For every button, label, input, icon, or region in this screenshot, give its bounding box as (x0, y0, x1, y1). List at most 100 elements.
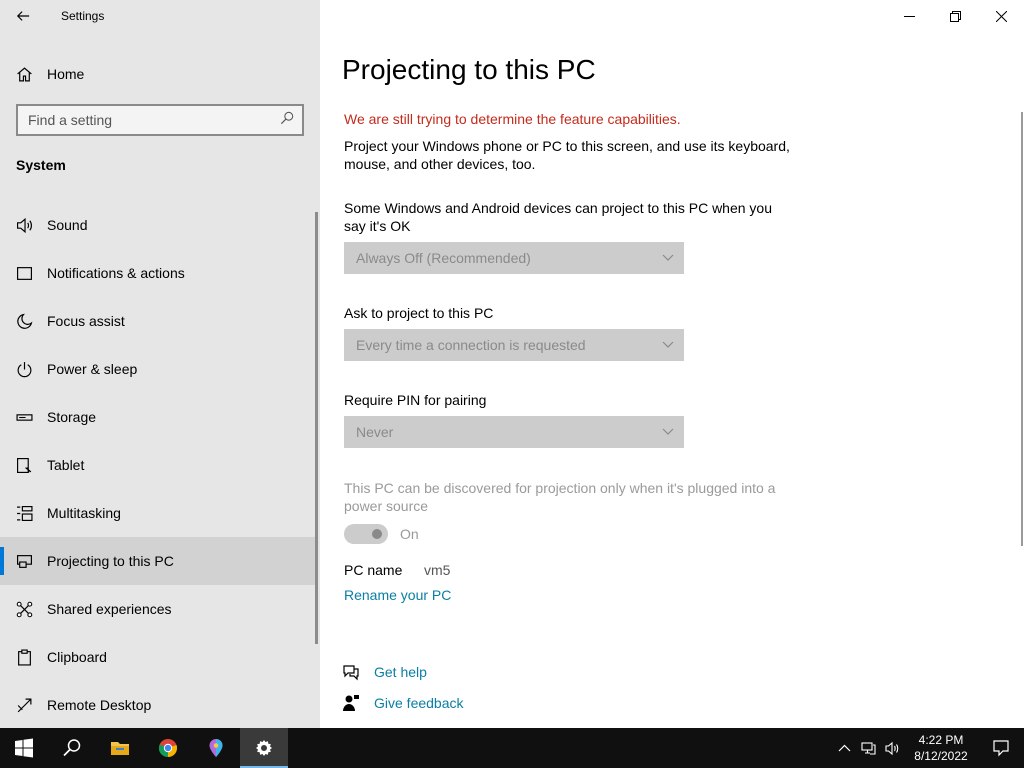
help-chat-icon (343, 665, 359, 681)
folder-icon (111, 742, 129, 755)
back-arrow-icon (16, 11, 30, 21)
maps-app-button[interactable] (192, 728, 240, 768)
give-feedback-row[interactable]: Give feedback (342, 694, 464, 712)
pc-name-label: PC name (344, 562, 403, 578)
pc-name-row: PC name vm5 (344, 562, 450, 578)
show-hidden-icons-button[interactable] (832, 728, 856, 768)
dropdown-value: Always Off (Recommended) (356, 250, 531, 266)
sidebar-item-label: Projecting to this PC (47, 553, 174, 569)
power-source-text: This PC can be discovered for projection… (344, 480, 776, 514)
storage-icon (0, 409, 47, 426)
window-controls (886, 0, 1024, 32)
pc-name-value: vm5 (424, 562, 451, 578)
search-input[interactable] (28, 112, 268, 128)
sidebar-item-home[interactable]: Home (0, 56, 316, 92)
sidebar-item-notifications[interactable]: Notifications & actions (0, 249, 316, 297)
notification-center-icon (993, 740, 1009, 757)
map-pin-icon (209, 739, 223, 757)
shared-experiences-icon (0, 601, 47, 618)
sidebar-item-label: Sound (47, 217, 88, 233)
power-icon (0, 361, 47, 378)
projecting-icon (0, 553, 47, 570)
sidebar-item-power-sleep[interactable]: Power & sleep (0, 345, 316, 393)
sidebar-item-tablet[interactable]: Tablet (0, 441, 316, 489)
toggle-label: On (400, 526, 419, 542)
system-tray: 4:22 PM 8/12/2022 (832, 728, 1024, 768)
clock-time: 4:22 PM (918, 733, 964, 747)
volume-button[interactable] (880, 728, 904, 768)
app-title: Settings (61, 9, 105, 23)
sidebar-item-label: Shared experiences (47, 601, 172, 617)
get-help-row[interactable]: Get help (342, 663, 427, 681)
chevron-down-icon (662, 428, 674, 435)
search-box[interactable] (16, 104, 304, 136)
ask-to-project-dropdown[interactable]: Every time a connection is requested (344, 329, 684, 361)
sidebar-item-projecting[interactable]: Projecting to this PC (0, 537, 316, 585)
availability-dropdown[interactable]: Always Off (Recommended) (344, 242, 684, 274)
rename-pc-link[interactable]: Rename your PC (344, 587, 451, 603)
back-button[interactable] (0, 0, 46, 32)
windows-logo-icon (15, 738, 33, 758)
sidebar-item-label: Tablet (47, 457, 85, 473)
sidebar-item-label: Power & sleep (47, 361, 138, 377)
start-button[interactable] (0, 728, 48, 768)
sidebar-scrollbar[interactable] (315, 212, 318, 644)
chevron-up-icon (838, 744, 850, 751)
file-explorer-button[interactable] (96, 728, 144, 768)
sidebar-item-label: Multitasking (47, 505, 121, 521)
restore-button[interactable] (932, 0, 978, 32)
sidebar-item-label: Storage (47, 409, 97, 425)
get-help-link[interactable]: Get help (374, 664, 427, 680)
network-button[interactable] (856, 728, 880, 768)
multitasking-icon (0, 505, 47, 522)
page-title: Projecting to this PC (342, 54, 596, 85)
title-bar: Settings (0, 0, 320, 32)
sidebar-item-sound[interactable]: Sound (0, 201, 316, 249)
main-scrollbar[interactable] (1021, 112, 1023, 546)
sidebar-item-storage[interactable]: Storage (0, 393, 316, 441)
clock[interactable]: 4:22 PM 8/12/2022 (904, 732, 978, 764)
dropdown-value: Every time a connection is requested (356, 337, 586, 353)
settings-sidebar: Settings Home System Sound (0, 0, 320, 728)
clock-date: 8/12/2022 (914, 749, 968, 763)
search-icon (63, 739, 81, 757)
toggle-knob (372, 529, 382, 539)
require-pin-label: Require PIN for pairing (344, 392, 487, 408)
restore-icon (949, 10, 961, 22)
main-content: Projecting to this PC We are still tryin… (320, 0, 1024, 728)
sidebar-item-focus-assist[interactable]: Focus assist (0, 297, 316, 345)
network-icon (860, 741, 876, 755)
ask-to-project-label: Ask to project to this PC (344, 305, 494, 321)
page-description: Project your Windows phone or PC to this… (344, 138, 790, 172)
search-button[interactable] (48, 728, 96, 768)
notification-icon (0, 265, 47, 282)
dropdown-value: Never (356, 424, 394, 440)
warning-message: We are still trying to determine the fea… (344, 111, 681, 127)
minimize-button[interactable] (886, 0, 932, 32)
sidebar-item-label: Remote Desktop (47, 697, 152, 713)
action-center-button[interactable] (978, 728, 1024, 768)
chrome-button[interactable] (144, 728, 192, 768)
give-feedback-link[interactable]: Give feedback (374, 695, 464, 711)
sidebar-item-clipboard[interactable]: Clipboard (0, 633, 316, 681)
taskbar: 4:22 PM 8/12/2022 (0, 728, 1024, 768)
minimize-icon (903, 15, 915, 17)
availability-label: Some Windows and Android devices can pro… (344, 200, 773, 234)
sidebar-item-label: Focus assist (47, 313, 125, 329)
sidebar-item-multitasking[interactable]: Multitasking (0, 489, 316, 537)
clipboard-icon (0, 648, 47, 666)
sidebar-item-shared-experiences[interactable]: Shared experiences (0, 585, 316, 633)
speaker-icon (0, 217, 47, 234)
require-pin-dropdown[interactable]: Never (344, 416, 684, 448)
moon-icon (0, 313, 47, 330)
sidebar-item-remote-desktop[interactable]: Remote Desktop (0, 681, 316, 729)
close-button[interactable] (978, 0, 1024, 32)
chevron-down-icon (662, 254, 674, 261)
remote-desktop-icon (0, 697, 47, 714)
section-title: System (16, 157, 66, 173)
settings-taskbar-button[interactable] (240, 728, 288, 768)
search-icon[interactable] (280, 111, 294, 130)
close-icon (995, 10, 1007, 22)
power-source-toggle[interactable] (344, 524, 388, 544)
sidebar-item-label: Clipboard (47, 649, 107, 665)
